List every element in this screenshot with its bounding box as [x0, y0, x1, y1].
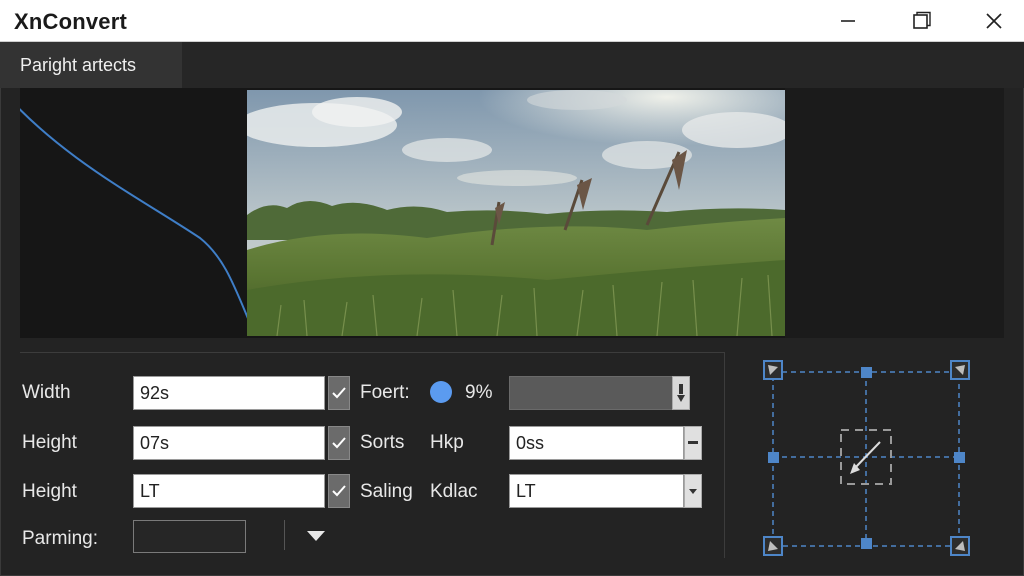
height-checkbox[interactable]: [328, 426, 350, 460]
sorts-minus-button[interactable]: [684, 426, 702, 460]
tab-bar: Paright artects: [0, 42, 1024, 88]
height-input-2[interactable]: LT: [133, 474, 325, 508]
height-label: Height: [22, 432, 77, 453]
minus-icon: [688, 441, 698, 444]
width-checkbox[interactable]: [328, 376, 350, 410]
anchor-bottom-right[interactable]: [950, 536, 970, 556]
height-checkbox-2[interactable]: [328, 474, 350, 508]
minimize-icon: [841, 20, 855, 22]
width-label: Width: [22, 382, 71, 403]
corner-arrow-icon: [768, 541, 778, 551]
anchor-grid-lines: [772, 371, 960, 547]
height-input[interactable]: 07s: [133, 426, 325, 460]
curve-graph[interactable]: [20, 88, 248, 338]
foert-slider[interactable]: [509, 376, 689, 410]
parming-dropdown[interactable]: [306, 529, 326, 548]
corner-arrow-icon: [768, 365, 778, 375]
anchor-top-left[interactable]: [763, 360, 783, 380]
chevron-down-icon: [689, 489, 697, 494]
close-icon: [986, 13, 1002, 29]
anchor-left[interactable]: [768, 452, 779, 463]
check-icon: [332, 485, 346, 497]
color-dot-icon[interactable]: [430, 381, 452, 403]
saling-label: Saling: [360, 481, 413, 502]
sorts-label: Sorts: [360, 432, 405, 453]
preview-image: [247, 90, 785, 336]
minimize-button[interactable]: [820, 0, 876, 42]
title-bar: XnConvert: [0, 0, 1024, 42]
anchor-grid[interactable]: [748, 352, 988, 562]
corner-arrow-icon: [955, 365, 965, 375]
preview-side-pane: [785, 88, 1004, 338]
parming-swatch[interactable]: [133, 520, 246, 553]
divider: [284, 520, 285, 550]
maximize-button[interactable]: [894, 0, 950, 42]
close-button[interactable]: [966, 0, 1022, 42]
kdlac-label: Kdlac: [430, 481, 478, 502]
chevron-down-icon: [307, 531, 325, 541]
app-title: XnConvert: [14, 9, 128, 34]
anchor-top[interactable]: [861, 367, 872, 378]
sorts-input[interactable]: 0ss: [509, 426, 684, 460]
preview-area: [20, 88, 1004, 338]
anchor-bottom-left[interactable]: [763, 536, 783, 556]
check-icon: [332, 387, 346, 399]
hkp-label: Hkp: [430, 432, 464, 453]
corner-arrow-icon: [955, 541, 965, 551]
slider-handle[interactable]: [672, 376, 690, 410]
check-icon: [332, 437, 346, 449]
foert-value: 9%: [465, 382, 493, 403]
maximize-icon: [913, 11, 931, 29]
anchor-right[interactable]: [954, 452, 965, 463]
tab-paright-artects[interactable]: Paright artects: [0, 42, 182, 88]
anchor-top-right[interactable]: [950, 360, 970, 380]
height-label-2: Height: [22, 481, 77, 502]
parming-label: Parming:: [22, 528, 99, 549]
anchor-bottom[interactable]: [861, 538, 872, 549]
saling-dropdown-button[interactable]: [684, 474, 702, 508]
foert-label: Foert:: [360, 382, 410, 403]
slider-arrow-icon: [677, 384, 685, 402]
saling-input[interactable]: LT: [509, 474, 684, 508]
width-input[interactable]: 92s: [133, 376, 325, 410]
